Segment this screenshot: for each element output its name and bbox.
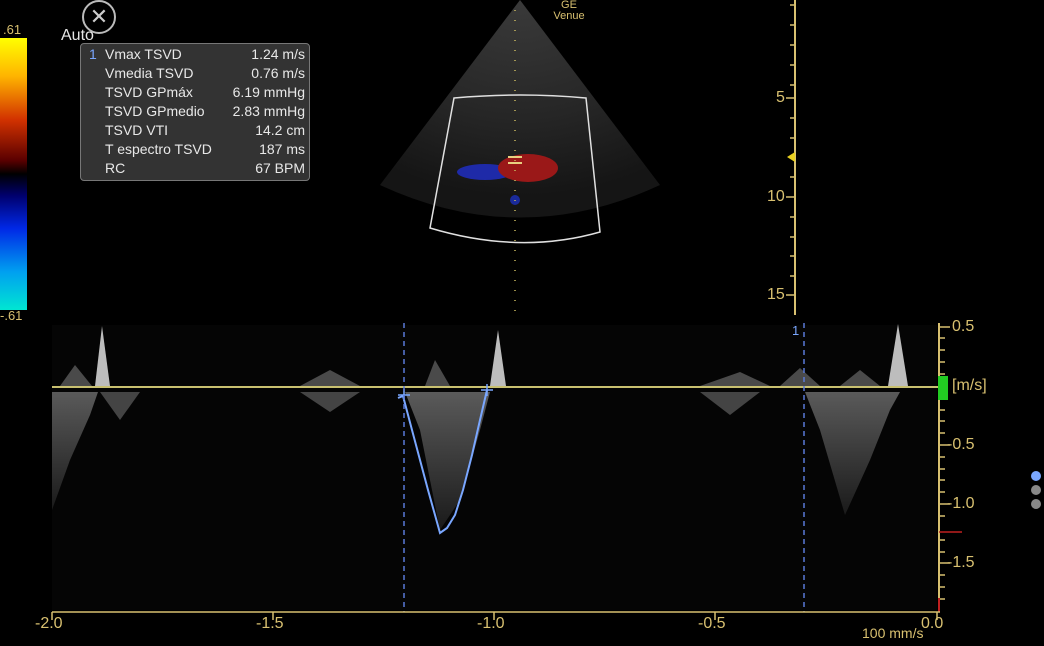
measurement-index: 1 <box>89 46 97 62</box>
depth-tick-label: 10 <box>767 188 785 205</box>
probe-label: GE Venue <box>540 0 598 22</box>
measurement-row: Vmedia TSVD 0.76 m/s <box>85 64 305 83</box>
measurement-value: 6.19 mmHg <box>232 84 305 100</box>
time-tick-label: 0.0 <box>921 615 944 632</box>
page-indicator <box>1031 471 1041 513</box>
measurement-value: 0.76 m/s <box>251 65 305 81</box>
velocity-tick-label: -0.5 <box>947 436 975 453</box>
measurement-name: TSVD VTI <box>105 122 169 138</box>
velocity-tick-label: -1.5 <box>947 554 975 571</box>
depth-tick-label: 15 <box>767 286 785 303</box>
depth-tick-label: 5 <box>776 89 785 106</box>
measurement-row: 1 Vmax TSVD 1.24 m/s <box>85 45 305 64</box>
measurement-name: Vmedia TSVD <box>105 65 194 81</box>
cursor-index-label: 1 <box>792 323 800 338</box>
depth-scale <box>786 0 796 315</box>
time-tick-label: -0.5 <box>698 615 726 632</box>
color-velocity-bar <box>0 38 27 310</box>
page-dot[interactable] <box>1031 485 1041 495</box>
measurement-row: TSVD GPmedio 2.83 mmHg <box>85 102 305 121</box>
measurement-row: TSVD GPmáx 6.19 mmHg <box>85 83 305 102</box>
measurement-value: 67 BPM <box>255 160 305 176</box>
probe-model: Venue <box>553 10 585 22</box>
measurement-panel: 1 Vmax TSVD 1.24 m/s Vmedia TSVD 0.76 m/s T… <box>80 43 310 181</box>
velocity-tick-label: -1.0 <box>947 495 975 512</box>
sector-image[interactable] <box>370 0 670 320</box>
colorbar-top-label: .61 <box>3 22 22 37</box>
measurement-name: RC <box>105 160 126 176</box>
velocity-tick-label: 0.5 <box>952 318 975 335</box>
measurement-row: TSVD VTI 14.2 cm <box>85 121 305 140</box>
time-tick-label: -1.5 <box>256 615 284 632</box>
measurement-value: 2.83 mmHg <box>232 103 305 119</box>
baseline-handle-icon[interactable] <box>938 376 948 400</box>
color-flow-red <box>498 154 558 182</box>
measurement-value: 14.2 cm <box>255 122 305 138</box>
sweep-speed-label: 100 mm/s <box>862 625 924 641</box>
measurement-row: RC 67 BPM <box>85 159 305 178</box>
page-dot-active[interactable] <box>1031 471 1041 481</box>
sector-fan <box>380 0 660 218</box>
time-tick-label: -1.0 <box>477 615 505 632</box>
page-dot[interactable] <box>1031 499 1041 509</box>
measurement-value: 187 ms <box>259 141 305 157</box>
velocity-unit-label: [m/s] <box>952 377 987 394</box>
measurement-name: T espectro TSVD <box>105 141 212 157</box>
measurement-row: T espectro TSVD 187 ms <box>85 140 305 159</box>
doppler-spectrum[interactable] <box>0 320 1044 646</box>
measurement-name: TSVD GPmáx <box>105 84 193 100</box>
measurement-name: Vmax TSVD <box>105 46 182 62</box>
measurement-name: TSVD GPmedio <box>105 103 205 119</box>
measurement-value: 1.24 m/s <box>251 46 305 62</box>
focus-marker-icon[interactable] <box>787 152 795 162</box>
time-tick-label: -2.0 <box>35 615 63 632</box>
